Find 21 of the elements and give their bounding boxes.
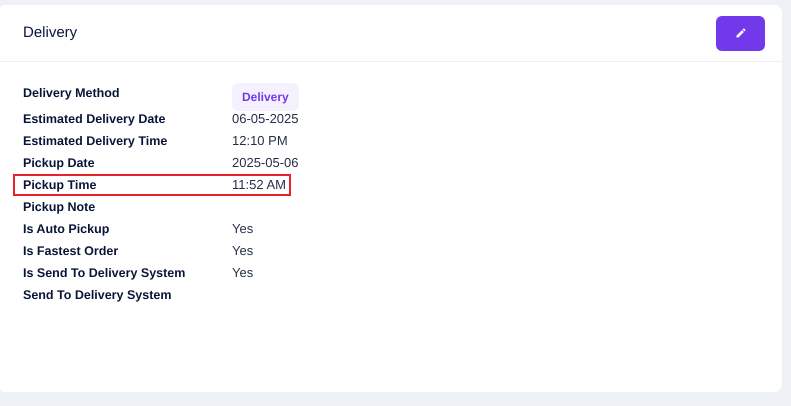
field-label: Pickup Date <box>23 154 96 172</box>
field-value: Yes <box>232 242 254 260</box>
method-badge: Delivery <box>232 83 299 111</box>
field-value: 06-05-2025 <box>232 110 298 128</box>
card-title: Delivery <box>23 22 78 43</box>
field-value: 12:10 PM <box>232 132 288 150</box>
field-value: 2025-05-06 <box>232 154 298 172</box>
field-label: Is Auto Pickup <box>23 220 110 238</box>
field-label: Send To Delivery System <box>23 286 172 304</box>
field-label: Pickup Time <box>23 176 98 194</box>
field-value: Yes <box>232 264 254 282</box>
field-label: Pickup Note <box>23 198 96 216</box>
field-label: Estimated Delivery Time <box>23 132 168 150</box>
pencil-icon <box>734 27 746 39</box>
field-label: Is Send To Delivery System <box>23 264 186 282</box>
field-label: Is Fastest Order <box>23 242 120 260</box>
field-value: Yes <box>232 220 254 238</box>
edit-button[interactable] <box>716 16 765 50</box>
field-label: Estimated Delivery Date <box>23 110 166 128</box>
field-label: Delivery Method <box>23 85 121 102</box>
field-value: 11:52 AM <box>232 176 286 194</box>
